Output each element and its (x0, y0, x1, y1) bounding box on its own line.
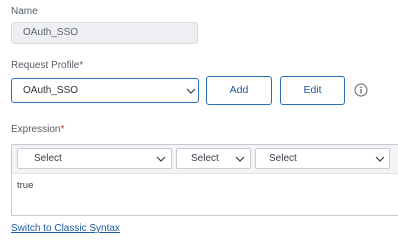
required-marker: * (79, 60, 84, 71)
switch-to-classic-syntax-link[interactable]: Switch to Classic Syntax (11, 223, 120, 234)
request-profile-label: Request Profile* (11, 60, 83, 71)
required-marker: * (60, 124, 65, 135)
name-label: Name (11, 6, 38, 17)
expression-label-text: Expression (11, 124, 61, 135)
expression-select-2[interactable]: Select (176, 148, 251, 169)
edit-profile-button[interactable]: Edit (280, 76, 345, 105)
info-circle-icon[interactable] (354, 83, 368, 97)
expression-select-1[interactable]: Select (17, 148, 172, 169)
chevron-down-icon (186, 88, 196, 94)
expression-select-2-value: Select (191, 153, 219, 164)
request-profile-label-text: Request Profile (11, 60, 80, 71)
request-profile-select[interactable]: OAuth_SSO (11, 78, 199, 103)
chevron-down-icon (375, 156, 385, 162)
add-profile-button[interactable]: Add (206, 76, 272, 105)
name-field: OAuth_SSO (11, 22, 198, 44)
expression-toolbar: Select Select Select (12, 145, 398, 174)
expression-editor: Select Select Select true (11, 144, 398, 216)
request-profile-value: OAuth_SSO (23, 85, 79, 96)
expression-label: Expression* (11, 124, 64, 135)
expression-select-1-value: Select (34, 153, 62, 164)
expression-select-3-value: Select (269, 153, 297, 164)
expression-select-3[interactable]: Select (255, 148, 390, 169)
expression-text-area[interactable]: true (17, 180, 33, 191)
chevron-down-icon (156, 156, 166, 162)
chevron-down-icon (235, 156, 245, 162)
